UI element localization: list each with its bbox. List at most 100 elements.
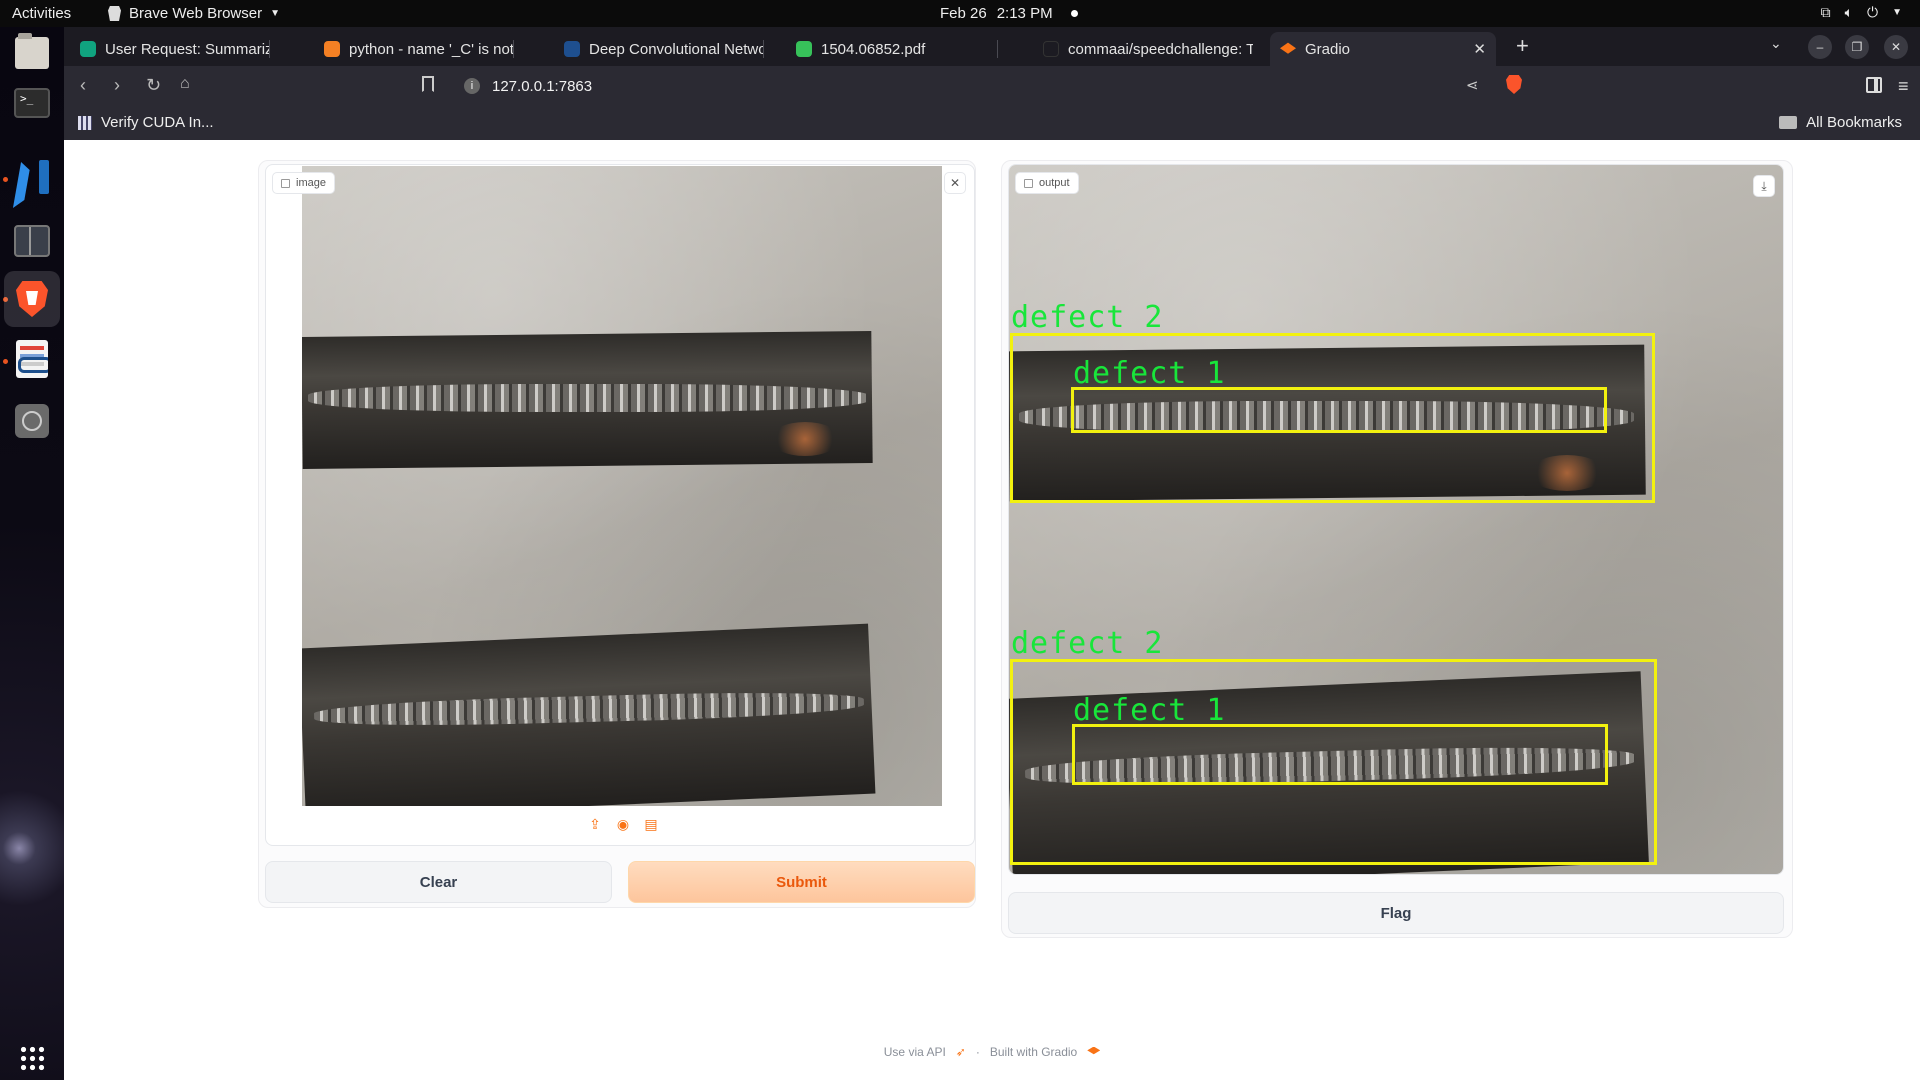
caret-down-icon: ▼ xyxy=(270,8,281,19)
tab-title: User Request: Summarize Co xyxy=(105,40,270,58)
dock-terminal[interactable]: >_ xyxy=(12,83,52,123)
system-tray[interactable]: ⧉ 🔈︎ ⏻ ▼ xyxy=(1821,4,1902,21)
github-favicon-icon xyxy=(1043,41,1059,57)
new-tab-icon[interactable]: + xyxy=(1516,33,1529,59)
disc-icon xyxy=(15,404,49,438)
gradio-logo-icon xyxy=(1087,1046,1101,1055)
tab-gradio[interactable]: Gradio ✕ xyxy=(1270,32,1496,66)
tab-pdf[interactable]: 1504.06852.pdf xyxy=(786,32,998,66)
app-menu-label: Brave Web Browser xyxy=(129,5,263,22)
tab-title: Deep Convolutional Networ xyxy=(589,40,764,58)
clear-button[interactable]: Clear xyxy=(265,861,612,903)
detection-label: defect 2 xyxy=(1011,626,1164,661)
brave-lion-icon xyxy=(108,6,121,21)
tab-separator xyxy=(513,40,514,58)
browser-toolbar: ‹ › ↻ ⌂ i 127.0.0.1:7863 ⋖ ≡ xyxy=(64,66,1920,107)
chatgpt-favicon-icon xyxy=(80,41,96,57)
share-icon[interactable]: ⋖ xyxy=(1466,76,1479,94)
pdf-favicon-icon xyxy=(796,41,812,57)
dock-system-monitor[interactable] xyxy=(12,221,52,261)
rocket-icon: ➶ xyxy=(955,1045,966,1059)
tab-chatgpt[interactable]: User Request: Summarize Co xyxy=(70,32,270,66)
forward-icon[interactable]: › xyxy=(114,75,120,96)
submit-button[interactable]: Submit xyxy=(628,861,975,903)
dock-files[interactable] xyxy=(12,33,52,73)
dock-document-viewer[interactable] xyxy=(12,339,52,379)
use-via-api-link[interactable]: Use via API xyxy=(884,1045,946,1059)
tab-stackoverflow[interactable]: python - name '_C' is not def xyxy=(314,32,514,66)
bookmark-favicon-icon xyxy=(78,115,92,130)
minimize-icon[interactable]: – xyxy=(1808,35,1832,59)
running-indicator-icon xyxy=(3,359,8,364)
sidebar-toggle-icon[interactable] xyxy=(1866,77,1882,93)
tab-separator xyxy=(763,40,764,58)
image-input[interactable]: image ✕ ⇪ ◉ ▤ xyxy=(265,164,975,846)
all-bookmarks-button[interactable]: All Bookmarks xyxy=(1779,114,1902,131)
tab-title: Gradio xyxy=(1305,40,1351,58)
heat-stain xyxy=(770,422,840,456)
volume-icon: 🔈︎ xyxy=(1844,4,1854,20)
show-apps-grid-icon[interactable] xyxy=(19,1045,45,1071)
address-bar[interactable]: 127.0.0.1:7863 xyxy=(492,78,592,95)
output-photo: defect 2 defect 1 defect 2 defect 1 xyxy=(1009,165,1783,874)
vscode-icon xyxy=(13,158,51,196)
bookmark-verify-cuda[interactable]: Verify CUDA In... xyxy=(78,114,214,131)
tab-deep-conv[interactable]: Deep Convolutional Networ xyxy=(554,32,764,66)
detection-box xyxy=(1072,724,1608,785)
power-icon: ⏻ xyxy=(1867,4,1879,20)
detection-label: defect 1 xyxy=(1073,356,1226,391)
site-info-icon[interactable]: i xyxy=(464,78,480,94)
output-label-badge: output xyxy=(1015,172,1079,194)
image-source-icons: ⇪ ◉ ▤ xyxy=(588,816,658,832)
notification-dot-icon xyxy=(1070,10,1078,17)
ieee-favicon-icon xyxy=(564,41,580,57)
close-window-icon[interactable]: ✕ xyxy=(1884,35,1908,59)
reload-icon[interactable]: ↻ xyxy=(146,75,161,96)
caret-down-icon: ▼ xyxy=(1892,7,1902,18)
all-bookmarks-label: All Bookmarks xyxy=(1806,114,1902,131)
image-icon xyxy=(1024,178,1033,188)
folder-icon xyxy=(1779,116,1798,129)
brave-icon xyxy=(16,281,48,317)
system-top-bar: Activities Brave Web Browser ▼ Feb 26 2:… xyxy=(0,0,1920,27)
brave-shields-icon[interactable] xyxy=(1506,75,1522,94)
bookmarks-bar: Verify CUDA In... All Bookmarks xyxy=(64,107,1920,140)
network-icon: ⧉ xyxy=(1820,4,1831,20)
built-with-gradio-link[interactable]: Built with Gradio xyxy=(990,1045,1077,1059)
hamburger-menu-icon[interactable]: ≡ xyxy=(1898,76,1909,97)
tab-github[interactable]: commaai/speedchallenge: T xyxy=(1033,32,1253,66)
dock-disc[interactable] xyxy=(12,401,52,441)
home-icon[interactable]: ⌂ xyxy=(180,75,190,93)
tab-strip: User Request: Summarize Co python - name… xyxy=(64,27,1920,66)
tab-title: commaai/speedchallenge: T xyxy=(1068,40,1253,58)
restore-icon[interactable]: ❐ xyxy=(1845,35,1869,59)
tab-separator xyxy=(997,40,998,58)
detection-label: defect 2 xyxy=(1011,300,1164,335)
system-monitor-icon xyxy=(14,225,50,257)
back-icon[interactable]: ‹ xyxy=(80,75,86,96)
image-icon xyxy=(281,178,290,188)
app-menu[interactable]: Brave Web Browser ▼ xyxy=(108,5,280,22)
footer-separator: · xyxy=(975,1045,980,1059)
gradio-page: image ✕ ⇪ ◉ ▤ Clear Submit output ⤓ defe… xyxy=(64,140,1920,1080)
flag-button[interactable]: Flag xyxy=(1008,892,1784,934)
activities-button[interactable]: Activities xyxy=(12,5,71,22)
dock-brave[interactable] xyxy=(4,271,60,327)
files-icon xyxy=(15,33,49,69)
footer: Use via API ➶ · Built with Gradio xyxy=(64,1045,1920,1059)
tab-title: python - name '_C' is not def xyxy=(349,40,514,58)
webcam-icon[interactable]: ◉ xyxy=(616,816,630,832)
tab-separator xyxy=(269,40,270,58)
bookmark-icon[interactable] xyxy=(422,76,434,92)
running-indicator-icon xyxy=(3,177,8,182)
clipboard-icon[interactable]: ▤ xyxy=(644,816,658,832)
clock[interactable]: Feb 26 2:13 PM xyxy=(940,5,1078,22)
dock-vscode[interactable] xyxy=(12,157,52,197)
download-icon[interactable]: ⤓ xyxy=(1753,175,1775,197)
remove-image-icon[interactable]: ✕ xyxy=(944,172,966,194)
image-label: image xyxy=(296,177,326,189)
upload-icon[interactable]: ⇪ xyxy=(588,816,602,832)
input-photo xyxy=(302,166,942,806)
tab-list-chevron-icon[interactable]: ⌄ xyxy=(1770,35,1782,52)
tab-close-icon[interactable]: ✕ xyxy=(1473,40,1486,58)
